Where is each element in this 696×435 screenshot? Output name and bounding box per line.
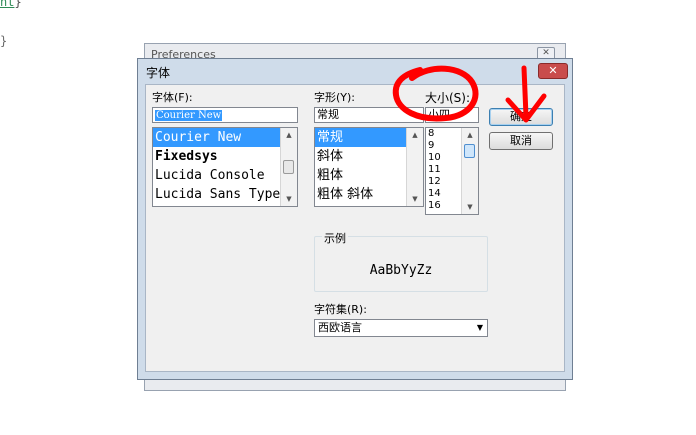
font-list-scrollbar[interactable]: ▲ ▼	[280, 128, 297, 206]
font-input[interactable]: Courier New	[152, 107, 298, 123]
code-line-2: }	[0, 34, 8, 48]
code-brace: }	[14, 0, 22, 9]
cancel-button[interactable]: 取消	[489, 132, 553, 150]
dialog-body: 字体(F): Courier New Courier New Fixedsys …	[145, 84, 565, 372]
dialog-title: 字体	[146, 66, 171, 80]
font-list-item[interactable]: Lucida Console	[153, 166, 297, 185]
font-dialog: 字体 ✕ 字体(F): Courier New Courier New Fixe…	[137, 58, 573, 380]
code-keyword: nt	[0, 0, 15, 9]
sample-text: AaBbYyZz	[369, 263, 433, 278]
style-label: 字形(Y):	[314, 91, 356, 104]
style-list-scrollbar[interactable]: ▲ ▼	[406, 128, 423, 206]
code-line-1: nt}	[0, 0, 22, 9]
chevron-down-icon: ▼	[476, 323, 483, 332]
scroll-up-icon[interactable]: ▲	[462, 128, 478, 142]
font-list-item[interactable]: Courier New	[153, 128, 297, 147]
font-list-item[interactable]: Fixedsys	[153, 147, 297, 166]
font-input-value: Courier New	[155, 110, 223, 121]
size-list[interactable]: 8 9 10 11 12 14 16 ▲ ▼	[425, 127, 479, 215]
size-list-scrollbar[interactable]: ▲ ▼	[461, 128, 478, 214]
scroll-down-icon[interactable]: ▼	[407, 192, 423, 206]
scroll-up-icon[interactable]: ▲	[407, 128, 423, 142]
ok-button[interactable]: 确定	[489, 108, 553, 126]
scroll-up-icon[interactable]: ▲	[281, 128, 297, 142]
charset-label: 字符集(R):	[314, 303, 367, 316]
charset-value: 西欧语言	[318, 321, 362, 334]
scroll-thumb[interactable]	[283, 160, 294, 174]
scroll-down-icon[interactable]: ▼	[281, 192, 297, 206]
charset-select[interactable]: 西欧语言 ▼	[314, 319, 488, 337]
size-label: 大小(S):	[425, 91, 471, 105]
size-input[interactable]: 小四	[425, 107, 479, 123]
font-label: 字体(F):	[152, 91, 193, 104]
style-list[interactable]: 常规 斜体 粗体 粗体 斜体 ▲ ▼	[314, 127, 424, 207]
style-input[interactable]: 常规	[314, 107, 424, 123]
scroll-thumb[interactable]	[464, 144, 475, 158]
font-list-item[interactable]: Lucida Sans Type	[153, 185, 297, 204]
scroll-down-icon[interactable]: ▼	[462, 200, 478, 214]
sample-label: 示例	[322, 230, 348, 246]
close-button[interactable]: ✕	[538, 63, 568, 79]
font-list[interactable]: Courier New Fixedsys Lucida Console Luci…	[152, 127, 298, 207]
